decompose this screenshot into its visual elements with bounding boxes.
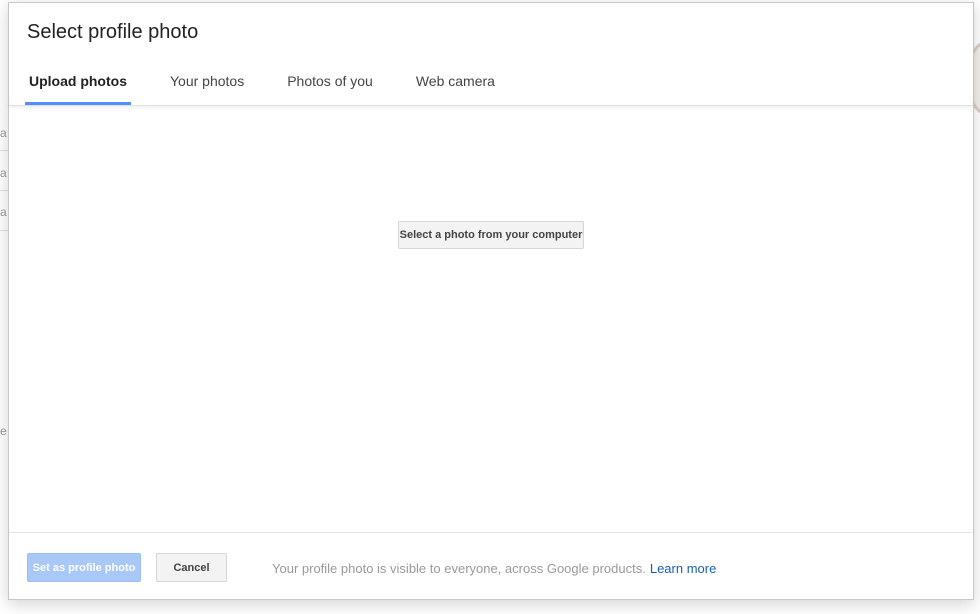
upload-area: Select a photo from your computer bbox=[9, 106, 973, 532]
tab-bar: Upload photos Your photos Photos of you … bbox=[25, 65, 534, 105]
background-divider bbox=[0, 150, 8, 151]
tab-your-photos[interactable]: Your photos bbox=[166, 65, 248, 103]
tab-photos-of-you[interactable]: Photos of you bbox=[283, 65, 377, 103]
background-text-fragment: e bbox=[0, 424, 7, 438]
cancel-button[interactable]: Cancel bbox=[156, 553, 227, 582]
select-profile-photo-dialog: Select profile photo Upload photos Your … bbox=[8, 2, 974, 600]
visibility-note: Your profile photo is visible to everyon… bbox=[272, 561, 716, 576]
select-photo-from-computer-button[interactable]: Select a photo from your computer bbox=[398, 221, 584, 249]
background-text-fragment: a bbox=[0, 205, 7, 219]
background-divider bbox=[0, 190, 8, 191]
set-as-profile-photo-button[interactable]: Set as profile photo bbox=[27, 553, 141, 582]
tab-upload-photos[interactable]: Upload photos bbox=[25, 65, 131, 105]
tab-web-camera[interactable]: Web camera bbox=[412, 65, 499, 103]
learn-more-link[interactable]: Learn more bbox=[650, 561, 716, 576]
dialog-footer: Set as profile photo Cancel Your profile… bbox=[9, 532, 973, 601]
background-text-fragment: a bbox=[0, 166, 7, 180]
dialog-header: Select profile photo Upload photos Your … bbox=[9, 3, 973, 106]
background-text-fragment: a bbox=[0, 126, 7, 140]
visibility-note-text: Your profile photo is visible to everyon… bbox=[272, 561, 646, 576]
background-divider bbox=[0, 230, 8, 231]
dialog-title: Select profile photo bbox=[27, 21, 199, 43]
